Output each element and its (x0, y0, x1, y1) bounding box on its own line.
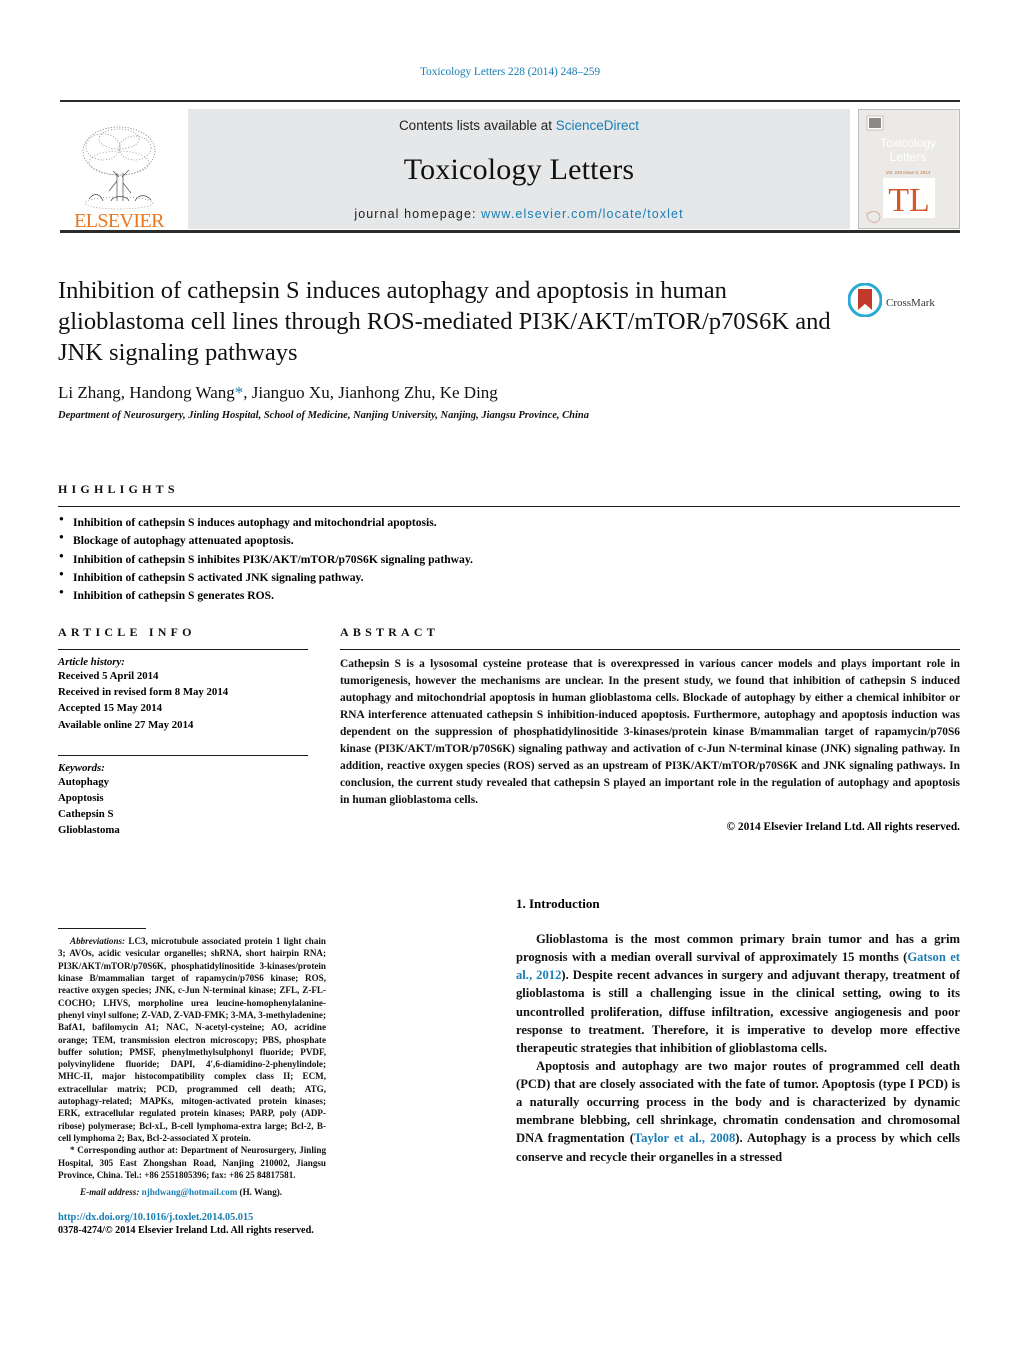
introduction-paragraph-1: Glioblastoma is the most common primary … (516, 930, 960, 1057)
masthead-center-panel: Contents lists available at ScienceDirec… (188, 109, 850, 229)
article-history-label: Article history: (58, 656, 125, 668)
elsevier-wordmark: ELSEVIER (74, 210, 164, 232)
abstract-body: Cathepsin S is a lysosomal cysteine prot… (340, 658, 960, 806)
introduction-body: Glioblastoma is the most common primary … (516, 930, 960, 1166)
journal-masthead: ELSEVIER Contents lists available at Sci… (60, 100, 960, 233)
crossmark-label: CrossMark (886, 296, 935, 309)
corresponding-author-text: Corresponding author at: Department of N… (58, 1145, 326, 1180)
article-history-item: Available online 27 May 2014 (58, 718, 194, 731)
abstract-divider (340, 649, 960, 650)
svg-text:Vol. 228 Issue 3, 2014: Vol. 228 Issue 3, 2014 (886, 170, 931, 175)
list-item: Inhibition of cathepsin S activated JNK … (58, 568, 960, 587)
author-list: Li Zhang, Handong Wang*, Jianguo Xu, Jia… (58, 383, 838, 403)
keywords-label: Keywords: (58, 761, 105, 774)
intro-p1-part-a: Glioblastoma is the most common primary … (516, 932, 960, 965)
abbreviations-label: Abbreviations: (70, 936, 126, 946)
svg-text:TL: TL (888, 182, 930, 219)
authors-part-1: Li Zhang, Handong Wang (58, 382, 235, 402)
email-link[interactable]: njhdwang@hotmail.com (142, 1187, 238, 1197)
journal-article-page: Toxicology Letters 228 (2014) 248–259 EL… (0, 0, 1020, 1351)
article-history-item: Received 5 April 2014 (58, 670, 159, 682)
article-info-heading: ARTICLE INFO (58, 625, 196, 639)
affiliation: Department of Neurosurgery, Jinling Hosp… (58, 409, 589, 421)
highlights-heading: HIGHLIGHTS (58, 482, 179, 496)
footer-block: http://dx.doi.org/10.1016/j.toxlet.2014.… (58, 1212, 358, 1236)
title-block: Inhibition of cathepsin S induces autoph… (58, 276, 838, 421)
list-item: Blockage of autophagy attenuated apoptos… (58, 531, 960, 550)
page-title: Inhibition of cathepsin S induces autoph… (58, 277, 831, 366)
email-suffix: (H. Wang). (237, 1187, 283, 1198)
journal-homepage-line: journal homepage: www.elsevier.com/locat… (354, 207, 683, 221)
abbreviations-note: Abbreviations: LC3, microtubule associat… (58, 935, 326, 1144)
email-note: E-mail address: njhdwang@hotmail.com (H.… (58, 1186, 326, 1198)
list-item: Inhibition of cathepsin S induces autoph… (58, 513, 960, 532)
list-item: Inhibition of cathepsin S inhibites PI3K… (58, 550, 960, 569)
contents-prefix: Contents lists available at (398, 118, 556, 133)
article-info-divider (58, 649, 308, 650)
sciencedirect-link[interactable]: ScienceDirect (556, 118, 639, 133)
article-info-section: ARTICLE INFO Article history: Received 5… (58, 625, 308, 839)
highlights-section: HIGHLIGHTS Inhibition of cathepsin S ind… (58, 482, 960, 606)
introduction-paragraph-2: Apoptosis and autophagy are two major ro… (516, 1057, 960, 1166)
svg-text:Toxicology: Toxicology (880, 136, 936, 150)
doi-link[interactable]: http://dx.doi.org/10.1016/j.toxlet.2014.… (58, 1212, 358, 1223)
highlights-list: Inhibition of cathepsin S induces autoph… (58, 513, 960, 606)
authors-part-2: , Jianguo Xu, Jianhong Zhu, Ke Ding (243, 382, 498, 402)
abstract-copyright: © 2014 Elsevier Ireland Ltd. All rights … (726, 820, 960, 833)
homepage-prefix: journal homepage: (354, 207, 482, 221)
highlights-divider (58, 506, 960, 507)
elsevier-tree-icon (73, 121, 165, 213)
keyword-item: Cathepsin S (58, 808, 114, 821)
abstract-heading: ABSTRACT (340, 625, 439, 639)
footnote-section: Abbreviations: LC3, microtubule associat… (58, 928, 326, 1199)
issn-copyright: 0378-4274/© 2014 Elsevier Ireland Ltd. A… (58, 1225, 314, 1236)
article-history-item: Received in revised form 8 May 2014 (58, 686, 229, 699)
svg-text:Letters: Letters (890, 150, 927, 164)
keywords-divider (58, 754, 308, 756)
email-label: E-mail address: (80, 1187, 140, 1198)
elsevier-logo: ELSEVIER (60, 105, 178, 233)
keyword-item: Apoptosis (58, 791, 104, 804)
footnote-divider (58, 928, 146, 929)
keyword-item: Autophagy (58, 775, 110, 788)
corresponding-author-note: * Corresponding author at: Department of… (58, 1144, 326, 1181)
crossmark-icon (847, 282, 883, 322)
abstract-section: ABSTRACT Cathepsin S is a lysosomal cyst… (340, 625, 960, 833)
journal-cover-thumbnail: Toxicology Letters Vol. 228 Issue 3, 201… (858, 109, 960, 229)
abbreviations-text: LC3, microtubule associated protein 1 li… (58, 936, 326, 1143)
introduction-heading: 1. Introduction (516, 896, 600, 911)
intro-p1-part-b: ). Despite recent advances in surgery an… (516, 968, 960, 1055)
article-history-item: Accepted 15 May 2014 (58, 702, 163, 715)
contents-list-line: Contents lists available at ScienceDirec… (399, 118, 639, 133)
list-item: Inhibition of cathepsin S generates ROS. (58, 586, 960, 605)
running-head: Toxicology Letters 228 (2014) 248–259 (419, 66, 601, 78)
citation-taylor-2008[interactable]: Taylor et al., 2008 (634, 1131, 735, 1145)
keyword-item: Glioblastoma (58, 824, 120, 837)
journal-homepage-link[interactable]: www.elsevier.com/locate/toxlet (481, 207, 684, 221)
crossmark-badge[interactable]: CrossMark (847, 282, 935, 322)
journal-title: Toxicology Letters (403, 153, 635, 186)
